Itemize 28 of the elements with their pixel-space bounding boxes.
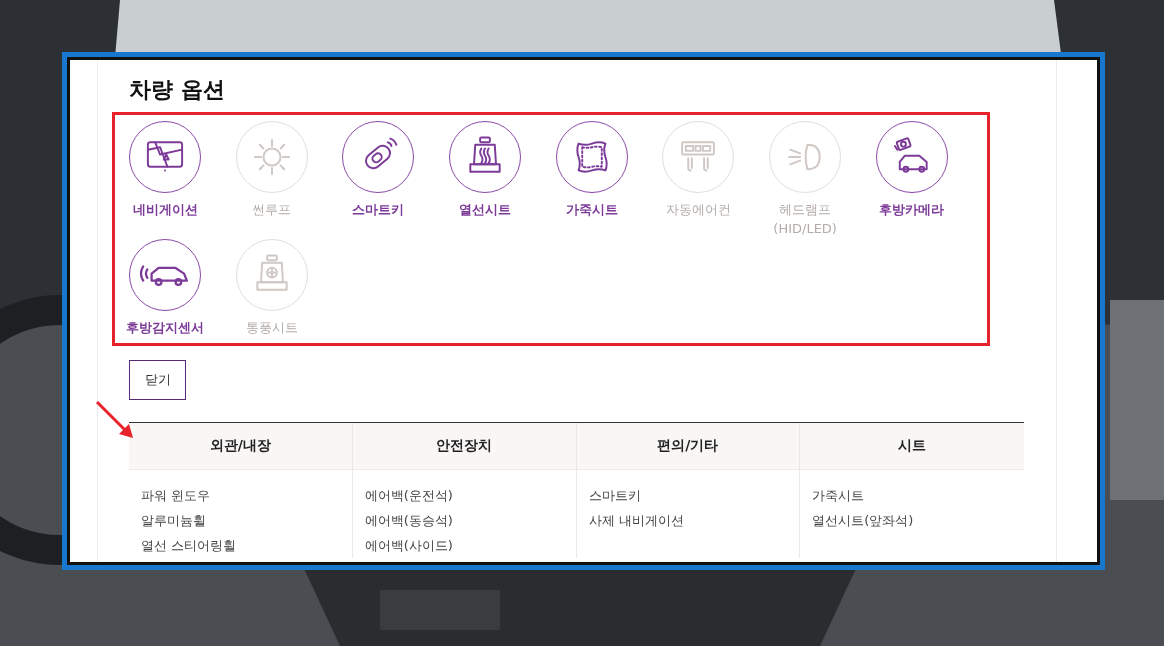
option-item: 열선시트(앞좌석) <box>812 512 914 530</box>
option-item: 에어백(사이드) <box>364 537 453 555</box>
column-header: 안전장치 <box>352 423 576 470</box>
option-label: 헤드램프 (HID/LED) <box>772 201 838 238</box>
section-title: 차량 옵션 <box>129 76 225 104</box>
option-item: 가죽시트 <box>812 487 865 505</box>
option-label: 통풍시트 <box>244 319 299 337</box>
parking-sensor-car-icon <box>140 263 190 287</box>
option-label: 열선시트 <box>458 201 513 219</box>
option-label: 스마트키 <box>351 201 406 219</box>
option-label: 후방감지센서 <box>125 319 205 337</box>
column-header: 편의/기타 <box>576 423 800 470</box>
column-header: 시트 <box>800 423 1024 470</box>
option-item: 에어백(운전석) <box>364 487 453 505</box>
option-label: 후방카메라 <box>878 201 946 219</box>
column-header: 외관/내장 <box>129 423 352 470</box>
close-button[interactable]: 닫기 <box>129 360 186 400</box>
option-item: 스마트키 <box>588 487 641 505</box>
option-label: 썬루프 <box>251 201 293 219</box>
option-label: 자동에어컨 <box>664 201 732 219</box>
option-item: 사제 내비게이션 <box>588 512 684 530</box>
option-label: 가죽시트 <box>564 201 619 219</box>
pointer-arrow-icon <box>95 400 135 440</box>
option-item: 알루미늄휠 <box>141 512 206 530</box>
option-item: 열선 스티어링휠 <box>141 537 237 555</box>
option-item: 파워 윈도우 <box>141 487 211 505</box>
option-item: 에어백(동승석) <box>364 512 453 530</box>
option-label: 네비게이션 <box>131 201 199 219</box>
